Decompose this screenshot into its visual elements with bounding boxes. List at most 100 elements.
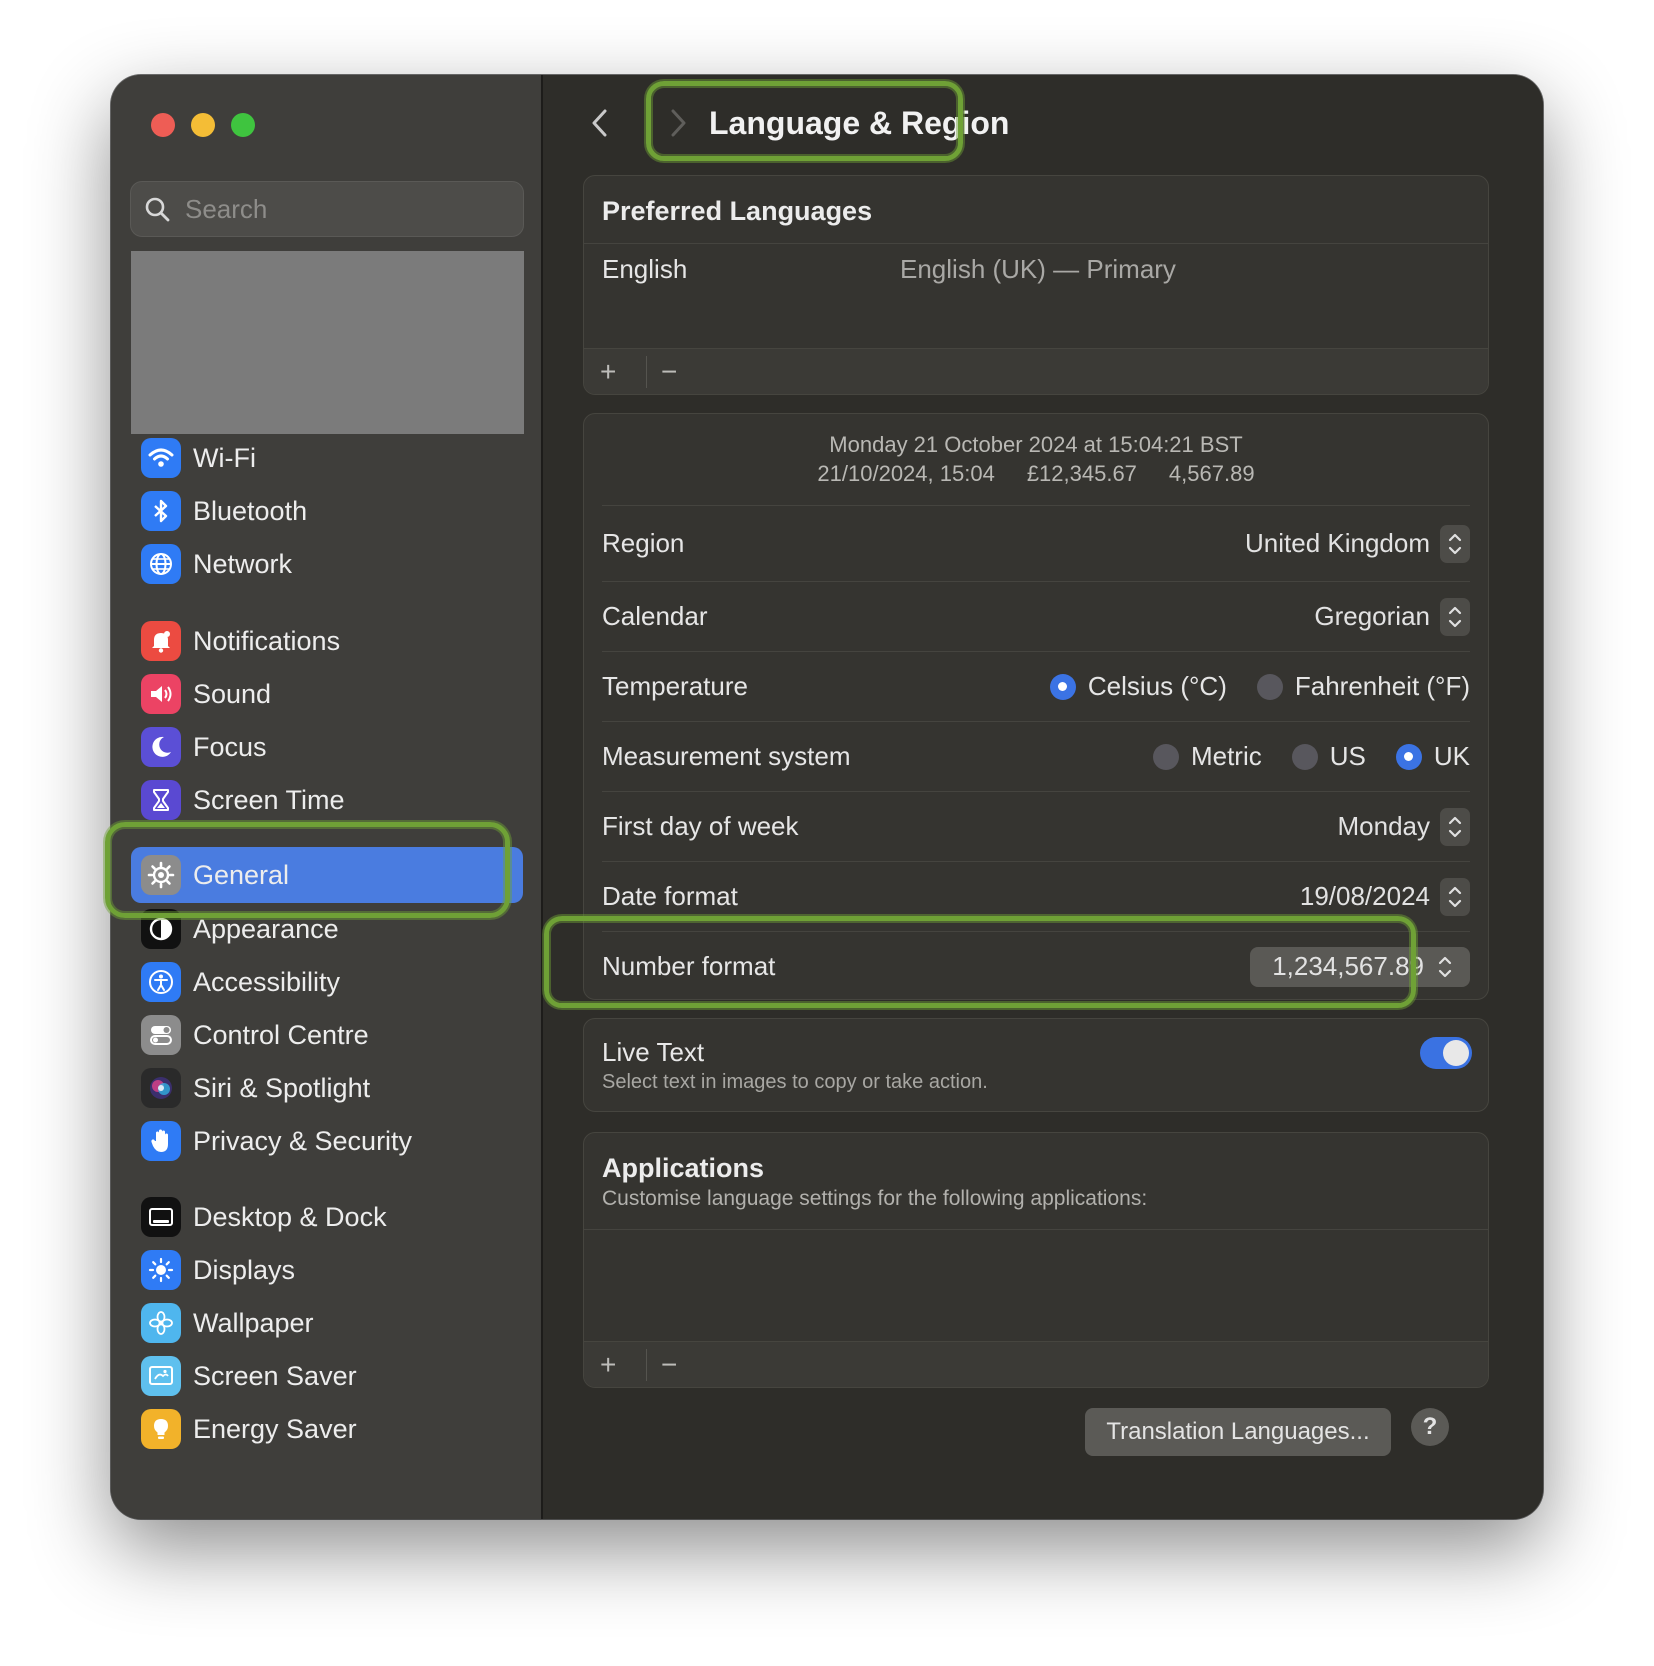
sidebar-item-control-centre[interactable]: Control Centre (131, 1009, 523, 1061)
flower-icon (141, 1303, 181, 1343)
divider (646, 355, 647, 388)
sidebar-item-desktop-dock[interactable]: Desktop & Dock (131, 1191, 523, 1243)
sidebar-item-label: Wi-Fi (193, 442, 256, 473)
translation-languages-button[interactable]: Translation Languages... (1085, 1408, 1391, 1456)
date-format-label: Date format (602, 881, 738, 911)
sidebar-item-accessibility[interactable]: Accessibility (131, 956, 523, 1008)
sidebar-item-energy-saver[interactable]: Energy Saver (131, 1403, 523, 1455)
temperature-label: Temperature (602, 671, 748, 701)
sidebar-item-screen-time[interactable]: Screen Time (131, 774, 523, 826)
applications-add-remove-bar: + − (584, 1341, 1488, 1387)
sidebar-item-screen-saver[interactable]: Screen Saver (131, 1350, 523, 1402)
divider (584, 243, 1488, 244)
calendar-row: Calendar Gregorian (602, 582, 1470, 652)
sidebar-item-label: Wallpaper (193, 1307, 314, 1338)
sidebar-item-privacy-security[interactable]: Privacy & Security (131, 1115, 523, 1167)
live-text-toggle[interactable] (1420, 1037, 1472, 1069)
sidebar-item-label: Siri & Spotlight (193, 1072, 371, 1103)
measurement-label: Measurement system (602, 741, 851, 771)
applications-description: Customise language settings for the foll… (602, 1187, 1148, 1210)
sidebar-item-label: Accessibility (193, 966, 341, 997)
remove-language-button[interactable]: − (661, 356, 707, 388)
number-format-row: Number format 1,234,567.89 (602, 932, 1470, 999)
temperature-row: Temperature Celsius (°C) Fahrenheit (°F) (602, 652, 1470, 722)
sidebar-item-label: General (193, 859, 290, 890)
live-text-card: Live Text Select text in images to copy … (583, 1018, 1489, 1112)
divider (584, 1229, 1488, 1230)
search-input[interactable] (185, 193, 505, 225)
divider (646, 1348, 647, 1381)
radio-label: US (1329, 741, 1366, 771)
siri-icon (141, 1068, 181, 1108)
add-language-button[interactable]: + (600, 356, 646, 388)
chevron-right-icon (671, 109, 686, 137)
chevron-up-down-icon (1440, 807, 1470, 846)
celsius-radio[interactable]: Celsius (°C) (1049, 671, 1227, 702)
metric-radio[interactable]: Metric (1152, 741, 1262, 772)
main-pane: Language & Region Preferred Languages En… (545, 75, 1543, 1519)
fahrenheit-radio[interactable]: Fahrenheit (°F) (1256, 671, 1470, 702)
help-button[interactable]: ? (1411, 1408, 1449, 1446)
close-window-button[interactable] (151, 113, 175, 137)
preferred-languages-card: Preferred Languages English English (UK)… (583, 175, 1489, 395)
globe-icon (141, 544, 181, 584)
sidebar-item-general[interactable]: General (131, 847, 523, 903)
region-value: United Kingdom (1245, 528, 1430, 558)
wifi-icon (141, 438, 181, 478)
sidebar-item-network[interactable]: Network (131, 538, 523, 590)
sidebar: Wi-Fi Bluetooth Network Notifications (111, 75, 543, 1519)
first-day-select[interactable]: Monday (1338, 807, 1470, 846)
sidebar-item-siri-spotlight[interactable]: Siri & Spotlight (131, 1062, 523, 1114)
radio-label: Metric (1190, 741, 1262, 771)
sidebar-item-appearance[interactable]: Appearance (131, 903, 523, 955)
accessibility-icon (141, 962, 181, 1002)
region-select[interactable]: United Kingdom (1245, 524, 1470, 563)
date-format-select[interactable]: 19/08/2024 (1300, 877, 1470, 916)
preferred-languages-title: Preferred Languages (602, 196, 873, 226)
sidebar-item-focus[interactable]: Focus (131, 721, 523, 773)
sidebar-item-wallpaper[interactable]: Wallpaper (131, 1297, 523, 1349)
search-icon (145, 197, 170, 222)
first-day-label: First day of week (602, 811, 799, 841)
apple-account-placeholder[interactable] (131, 251, 524, 434)
applications-card: Applications Customise language settings… (583, 1132, 1489, 1388)
sidebar-item-label: Bluetooth (193, 495, 308, 526)
hand-icon (141, 1121, 181, 1161)
temperature-options: Celsius (°C) Fahrenheit (°F) (1020, 671, 1470, 702)
number-format-label: Number format (602, 951, 776, 981)
sidebar-item-wifi[interactable]: Wi-Fi (131, 432, 523, 484)
measurement-options: Metric US UK (1123, 741, 1470, 772)
first-day-row: First day of week Monday (602, 792, 1470, 862)
sidebar-item-bluetooth[interactable]: Bluetooth (131, 485, 523, 537)
search-field[interactable] (130, 181, 524, 237)
language-add-remove-bar: + − (584, 348, 1488, 394)
applications-title: Applications (602, 1153, 765, 1183)
zoom-window-button[interactable] (231, 113, 255, 137)
radio-unselected-icon (1291, 743, 1318, 770)
remove-application-button[interactable]: − (661, 1349, 707, 1381)
region-settings-card: Monday 21 October 2024 at 15:04:21 BST 2… (583, 413, 1489, 1000)
chevron-up-down-icon (1430, 948, 1460, 986)
language-name[interactable]: English (602, 254, 687, 285)
sidebar-item-label: Network (193, 548, 293, 579)
us-radio[interactable]: US (1291, 741, 1366, 772)
minimize-window-button[interactable] (191, 113, 215, 137)
bell-icon (141, 621, 181, 661)
calendar-select[interactable]: Gregorian (1314, 597, 1470, 636)
back-button[interactable] (585, 105, 615, 141)
sidebar-item-sound[interactable]: Sound (131, 668, 523, 720)
forward-button[interactable] (663, 105, 693, 141)
uk-radio[interactable]: UK (1395, 741, 1470, 772)
short-date-preview: 21/10/2024, 15:04 (817, 461, 995, 486)
screensaver-icon (141, 1356, 181, 1396)
sidebar-item-displays[interactable]: Displays (131, 1244, 523, 1296)
add-application-button[interactable]: + (600, 1349, 646, 1381)
chevron-up-down-icon (1440, 597, 1470, 636)
chevron-up-down-icon (1440, 877, 1470, 916)
sidebar-item-label: Sound (193, 678, 272, 709)
bulb-icon (141, 1409, 181, 1449)
appearance-icon (141, 909, 181, 949)
sidebar-item-notifications[interactable]: Notifications (131, 615, 523, 667)
sidebar-item-label: Notifications (193, 625, 341, 656)
number-format-select[interactable]: 1,234,567.89 (1250, 946, 1470, 987)
